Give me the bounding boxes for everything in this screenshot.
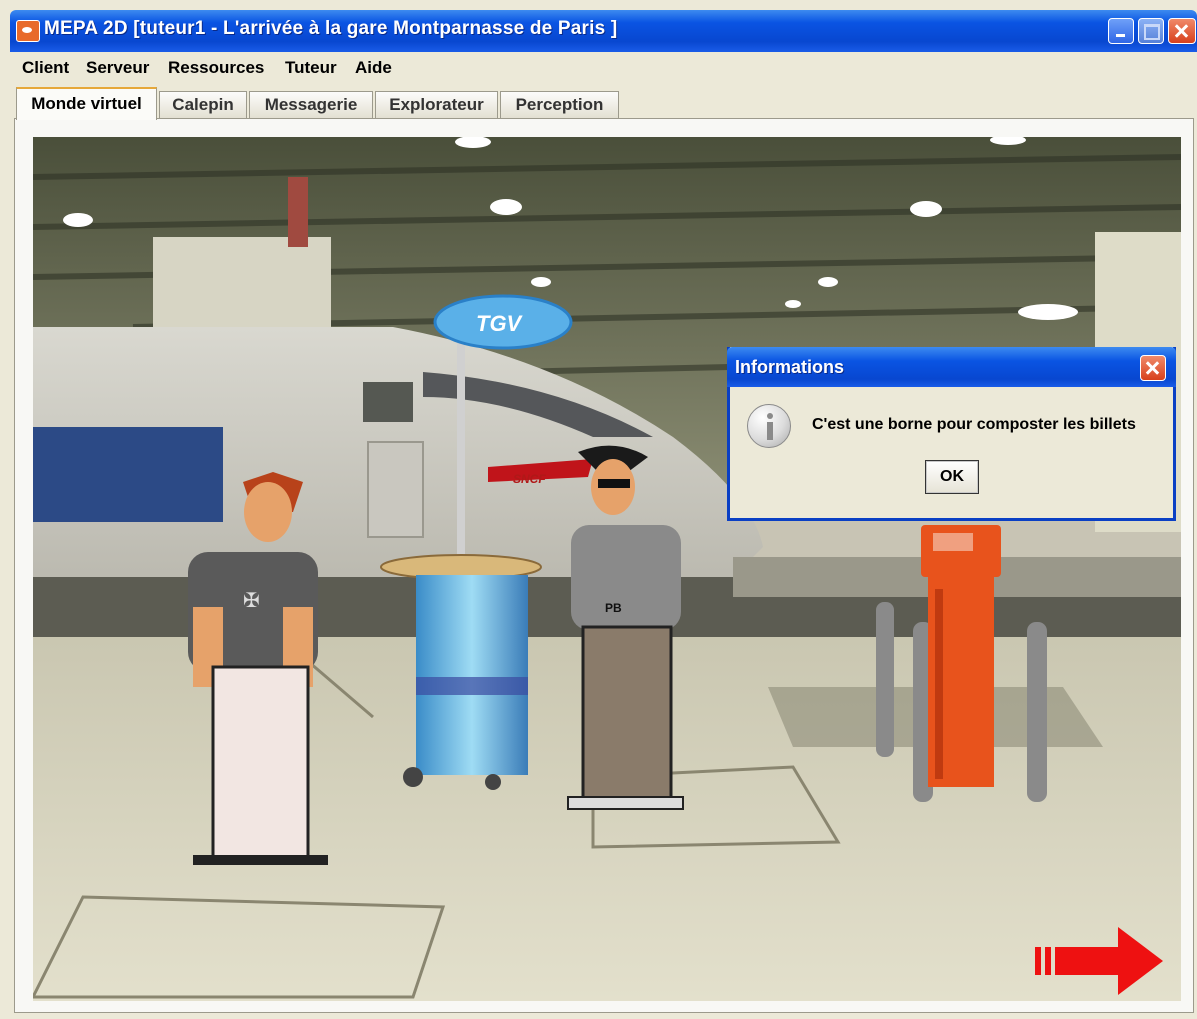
- ok-button[interactable]: OK: [925, 460, 979, 494]
- menu-serveur[interactable]: Serveur: [86, 58, 149, 78]
- minimize-button[interactable]: [1108, 18, 1134, 44]
- shirt-text: PB: [605, 601, 622, 615]
- station-scene-graphics: SNCF TGV ✠ PB: [33, 137, 1181, 1001]
- virtual-world-scene[interactable]: SNCF TGV ✠ PB: [33, 137, 1181, 1001]
- tab-calepin[interactable]: Calepin: [159, 91, 247, 118]
- tab-perception[interactable]: Perception: [500, 91, 619, 118]
- ticket-validator-composteur[interactable]: [921, 525, 1001, 787]
- train-blue-window: [33, 427, 223, 522]
- dialog-titlebar[interactable]: Informations: [727, 347, 1176, 387]
- dialog-title: Informations: [735, 357, 845, 377]
- tab-messagerie[interactable]: Messagerie: [249, 91, 373, 118]
- svg-text:✠: ✠: [243, 590, 260, 612]
- tgv-sign-text: TGV: [476, 311, 524, 336]
- pillar-left: [153, 237, 331, 332]
- dialog-message: C'est une borne pour composter les bille…: [812, 416, 1136, 433]
- app-eye-icon: [16, 20, 40, 42]
- maximize-button[interactable]: [1138, 18, 1164, 44]
- menu-client[interactable]: Client: [22, 58, 69, 78]
- menu-bar: Client Serveur Ressources Tuteur Aide: [10, 52, 1197, 84]
- kiosk-cylinder: [416, 575, 528, 775]
- info-icon: [747, 404, 791, 448]
- window-titlebar[interactable]: MEPA 2D [tuteur1 - L'arrivée à la gare M…: [10, 10, 1197, 52]
- close-window-button[interactable]: [1168, 18, 1196, 44]
- menu-ressources[interactable]: Ressources: [168, 58, 264, 78]
- menu-aide[interactable]: Aide: [355, 58, 392, 78]
- menu-tuteur[interactable]: Tuteur: [285, 58, 337, 78]
- information-dialog[interactable]: Informations C'est une borne pour compos…: [727, 347, 1176, 521]
- tab-bar: Monde virtuel Calepin Messagerie Explora…: [10, 84, 1197, 120]
- tab-monde-virtuel[interactable]: Monde virtuel: [16, 87, 157, 120]
- dialog-close-button[interactable]: [1140, 355, 1166, 381]
- tab-explorateur[interactable]: Explorateur: [375, 91, 498, 118]
- window-title: MEPA 2D [tuteur1 - L'arrivée à la gare M…: [44, 18, 618, 39]
- train-sncf-logo: SNCF: [513, 472, 546, 486]
